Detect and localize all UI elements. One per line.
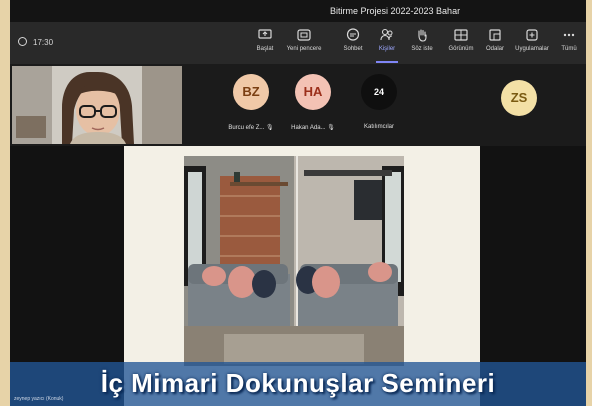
participants-overflow-tile[interactable]: 24 Katılımcılar (346, 74, 412, 142)
living-room-photo (184, 156, 404, 366)
participant-video (12, 66, 182, 144)
people-button-label: Kişiler (378, 46, 396, 52)
meeting-window: Bitirme Projesi 2022-2023 Bahar 17:30 Ba… (10, 0, 586, 406)
people-icon (380, 28, 393, 41)
avatar: ZS (501, 80, 537, 116)
seminar-banner: İç Mimari Dokunuşlar Semineri (10, 362, 586, 406)
rooms-button[interactable]: Odalar (482, 27, 508, 59)
participant-count: 24 (373, 87, 384, 97)
avatar: HA (295, 74, 331, 110)
rooms-icon (489, 29, 501, 41)
participant-strip: BZ Burcu efe Z... 🎙 HA Hakan Ada... 🎙 24… (10, 64, 586, 146)
more-button-label: Tümü (561, 46, 577, 52)
participant-tile-bz[interactable]: BZ Burcu efe Z... 🎙 (218, 74, 284, 142)
shield-icon (18, 37, 27, 46)
timer-text: 17:30 (33, 38, 54, 47)
rooms-button-label: Odalar (485, 46, 504, 52)
chat-button[interactable]: Sohbet (340, 27, 366, 59)
meeting-title: Bitirme Projesi 2022-2023 Bahar (330, 6, 461, 16)
meeting-toolbar: 17:30 Başlat Yeni pencere Sohbet Kişiler… (10, 22, 586, 65)
new-window-icon (297, 29, 311, 41)
banner-title: İç Mimari Dokunuşlar Semineri (100, 368, 496, 398)
participant-tile-ha[interactable]: HA Hakan Ada... 🎙 (280, 74, 346, 142)
chat-icon (346, 28, 360, 41)
share-button-label: Başlat (256, 46, 274, 52)
share-screen-icon (258, 29, 272, 39)
more-icon (563, 33, 575, 37)
participants-label: Katılımcılar (363, 124, 394, 130)
people-button[interactable]: Kişiler (374, 27, 400, 63)
new-window-button[interactable]: Yeni pencere (286, 27, 322, 59)
raise-hand-icon (418, 29, 427, 42)
participant-count-badge: 24 (361, 74, 397, 110)
raise-hand-button[interactable]: Söz iste (408, 27, 436, 59)
participant-name: Burcu efe Z... 🎙 (228, 125, 274, 131)
interior-image (184, 156, 404, 366)
chat-button-label: Sohbet (343, 46, 363, 52)
avatar-initials: BZ (242, 84, 260, 99)
layout-button[interactable]: Görünüm (446, 27, 476, 59)
avatar-initials: ZS (510, 90, 528, 105)
apps-button-label: Uygulamalar (515, 46, 549, 52)
participant-name: Hakan Ada... 🎙 (291, 125, 335, 131)
apps-button[interactable]: Uygulamalar (510, 27, 554, 59)
layout-icon (454, 29, 468, 41)
mic-muted-icon: 🎙 (327, 125, 335, 131)
new-window-button-label: Yeni pencere (286, 46, 322, 52)
apps-icon (526, 29, 538, 41)
mic-muted-icon: 🎙 (266, 125, 274, 131)
layout-button-label: Görünüm (448, 46, 474, 52)
avatar: BZ (233, 74, 269, 110)
avatar-initials: HA (303, 84, 323, 99)
raise-hand-button-label: Söz iste (411, 46, 433, 52)
presenter-caption: zeynep yazıcı (Konuk) (14, 396, 64, 402)
more-button[interactable]: Tümü (558, 27, 580, 59)
webcam-feed (12, 66, 182, 144)
meeting-timer: 17:30 (18, 37, 53, 47)
title-bar: Bitirme Projesi 2022-2023 Bahar (10, 0, 586, 22)
participant-tile-zs[interactable]: ZS (486, 80, 552, 120)
share-button[interactable]: Başlat (250, 27, 280, 59)
